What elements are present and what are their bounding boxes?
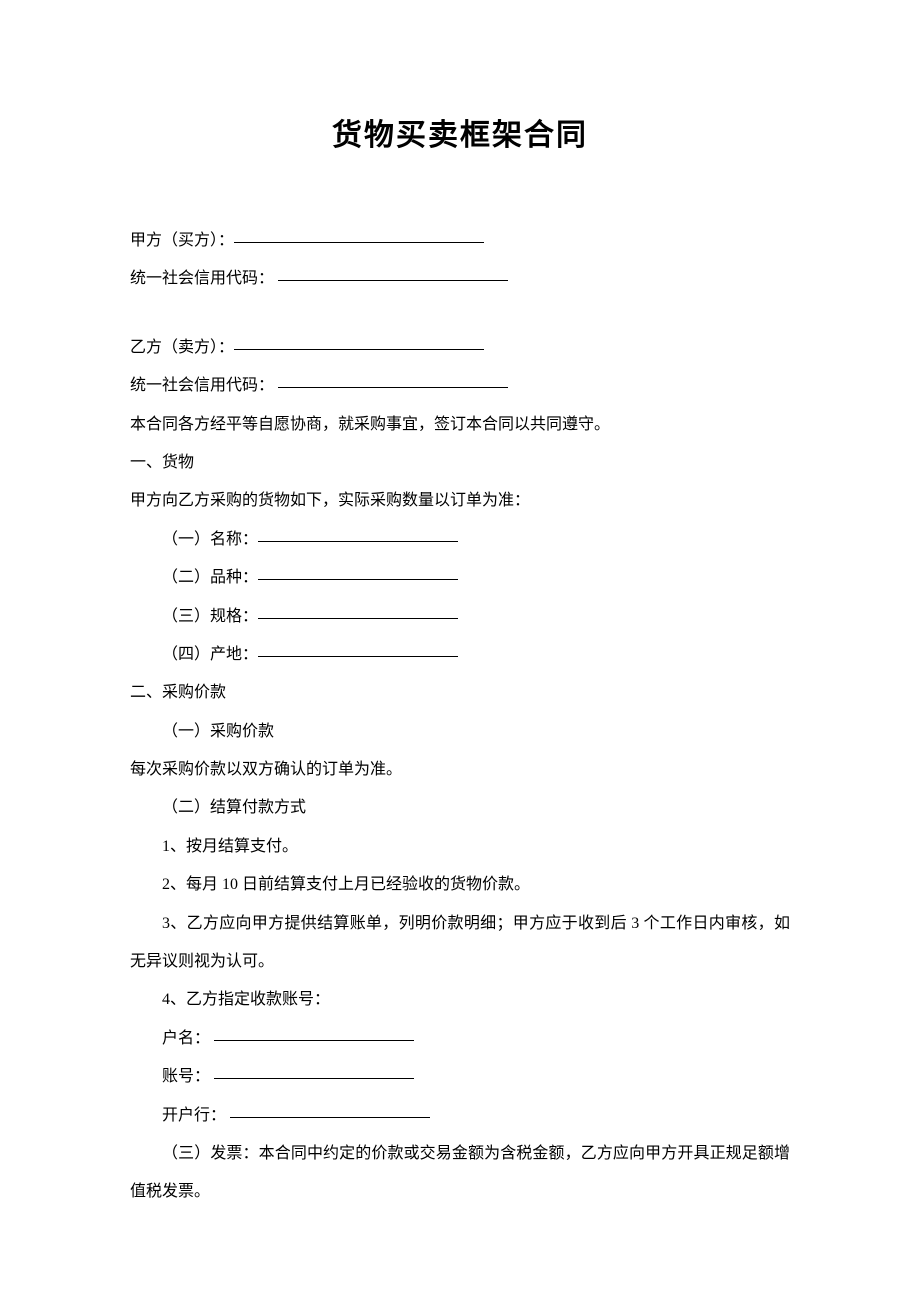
- goods-spec: （三）规格：: [130, 598, 790, 636]
- account-name: 户名：: [130, 1020, 790, 1058]
- section2-heading: 二、采购价款: [130, 674, 790, 712]
- goods-type-label: （二）品种：: [162, 569, 258, 586]
- section2-sub3: （三）发票：本合同中约定的价款或交易金额为含税金额，乙方应向甲方开具正规足额增值…: [130, 1135, 790, 1212]
- party-a-blank: [234, 242, 484, 243]
- account-name-label: 户名：: [162, 1030, 210, 1047]
- goods-spec-label: （三）规格：: [162, 608, 258, 625]
- party-b-text: 乙方（卖方）：: [130, 339, 234, 356]
- section2-p2: 2、每月 10 日前结算支付上月已经验收的货物价款。: [130, 866, 790, 904]
- goods-origin-blank: [258, 656, 458, 657]
- party-a-credit-blank: [278, 280, 508, 281]
- account-no: 账号：: [130, 1058, 790, 1096]
- party-a-credit: 统一社会信用代码：: [130, 260, 790, 298]
- party-a-text: 甲方（买方）：: [130, 232, 234, 249]
- section1-intro: 甲方向乙方采购的货物如下，实际采购数量以订单为准：: [130, 482, 790, 520]
- goods-name-blank: [258, 541, 458, 542]
- account-name-blank: [214, 1040, 414, 1041]
- section2-sub1: （一）采购价款: [130, 713, 790, 751]
- goods-spec-blank: [258, 618, 458, 619]
- party-b-credit-blank: [278, 387, 508, 388]
- party-b-credit: 统一社会信用代码：: [130, 367, 790, 405]
- goods-origin-label: （四）产地：: [162, 646, 258, 663]
- party-b-credit-text: 统一社会信用代码：: [130, 377, 274, 394]
- section2-sub1-text: 每次采购价款以双方确认的订单为准。: [130, 751, 790, 789]
- account-bank-blank: [230, 1117, 430, 1118]
- party-b-label: 乙方（卖方）：: [130, 329, 790, 367]
- party-b-blank: [234, 349, 484, 350]
- preamble: 本合同各方经平等自愿协商，就采购事宜，签订本合同以共同遵守。: [130, 406, 790, 444]
- document-title: 货物买卖框架合同: [130, 100, 790, 172]
- account-no-label: 账号：: [162, 1068, 210, 1085]
- section2-sub2: （二）结算付款方式: [130, 789, 790, 827]
- party-a-label: 甲方（买方）：: [130, 222, 790, 260]
- goods-name-label: （一）名称：: [162, 531, 258, 548]
- goods-origin: （四）产地：: [130, 636, 790, 674]
- section1-heading: 一、货物: [130, 444, 790, 482]
- section2-p4: 4、乙方指定收款账号：: [130, 981, 790, 1019]
- party-a-credit-text: 统一社会信用代码：: [130, 270, 274, 287]
- section2-p1: 1、按月结算支付。: [130, 828, 790, 866]
- goods-type: （二）品种：: [130, 559, 790, 597]
- goods-name: （一）名称：: [130, 521, 790, 559]
- account-no-blank: [214, 1078, 414, 1079]
- goods-type-blank: [258, 579, 458, 580]
- section2-p3: 3、乙方应向甲方提供结算账单，列明价款明细；甲方应于收到后 3 个工作日内审核，…: [130, 905, 790, 982]
- account-bank-label: 开户行：: [162, 1107, 226, 1124]
- account-bank: 开户行：: [130, 1097, 790, 1135]
